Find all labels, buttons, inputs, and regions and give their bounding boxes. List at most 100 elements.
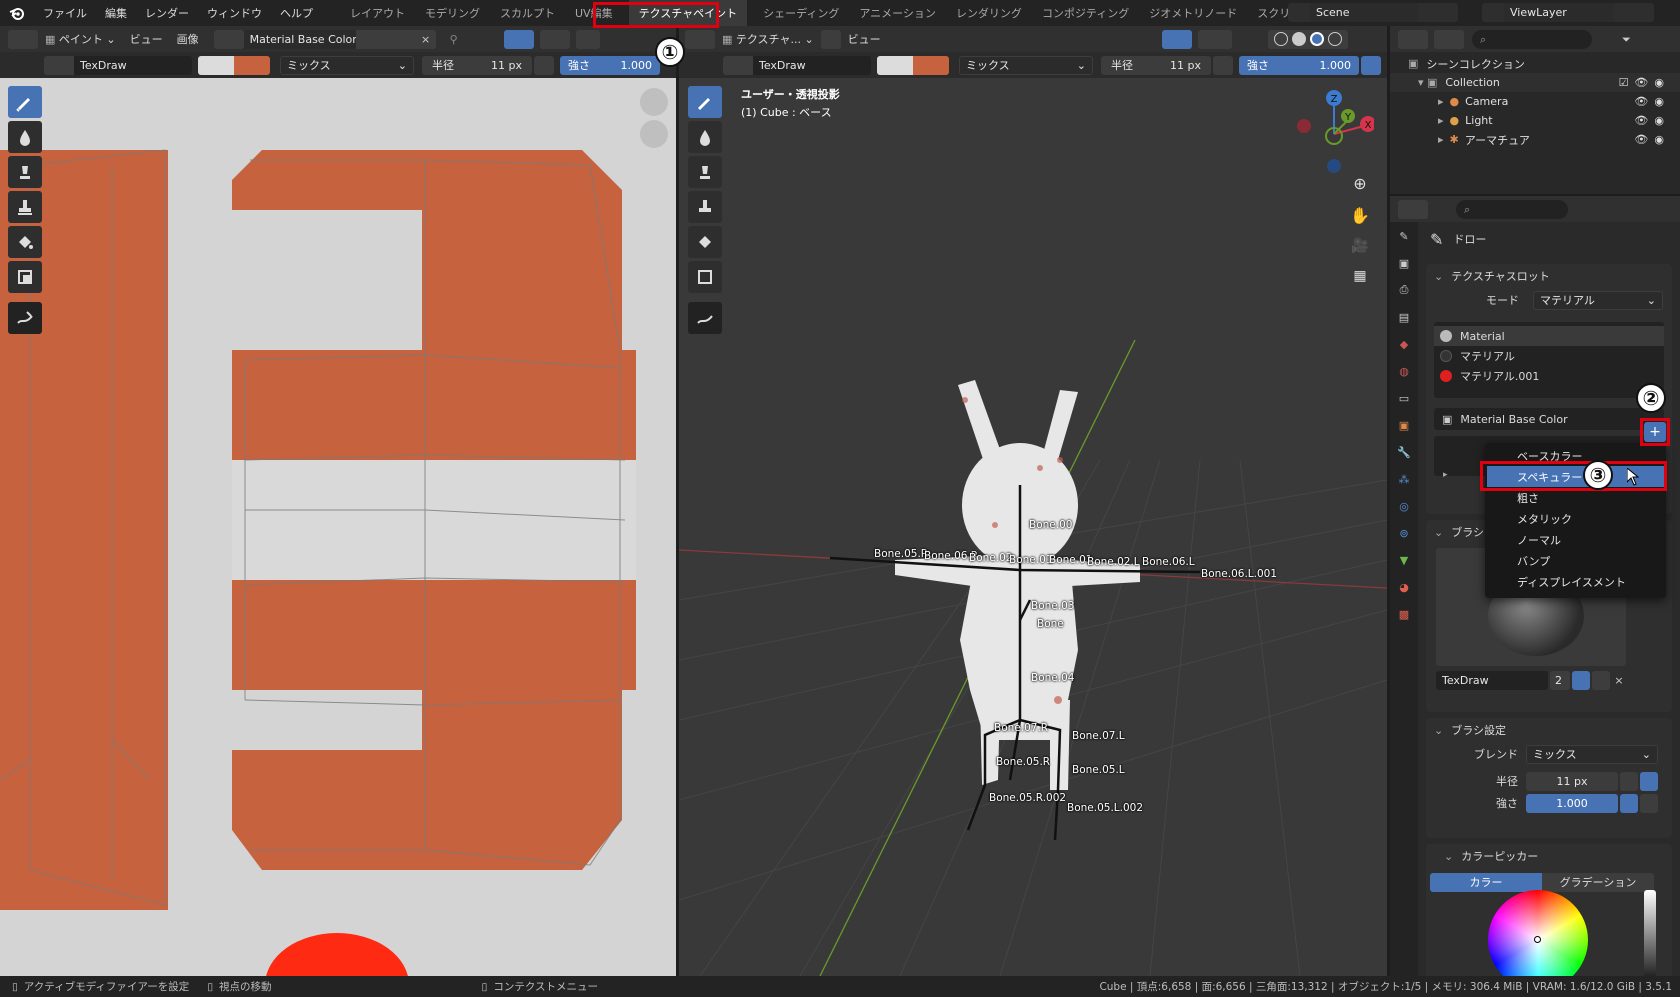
texture-tab-icon[interactable]: ▩ [1394, 604, 1414, 624]
material-slot-item[interactable]: マテリアル.001 [1434, 366, 1664, 386]
open-image-icon[interactable] [395, 29, 416, 49]
view-layer-icon[interactable] [1482, 3, 1504, 22]
symmetry-icon[interactable] [503, 29, 534, 49]
mode-dropdown[interactable]: マテリアル ⌄ [1533, 290, 1663, 310]
outliner-row-armature[interactable]: ▸ ✱ アーマチュア 👁◉ [1390, 130, 1680, 149]
menu-render[interactable]: レンダー [136, 0, 198, 26]
radius-pressure-toggle-icon[interactable] [1620, 771, 1638, 791]
slot-expand-arrow-icon[interactable]: ▸ [1443, 470, 1448, 480]
scene-field[interactable]: Scene [1310, 3, 1418, 22]
delete-view-layer-icon[interactable] [1634, 3, 1654, 22]
zoom-icon[interactable] [640, 88, 668, 116]
brush-name-field[interactable]: TexDraw [74, 55, 192, 75]
editor-type-icon[interactable] [8, 29, 38, 49]
new-scene-icon[interactable] [1418, 3, 1438, 22]
strength-pressure-toggle-icon[interactable] [1620, 793, 1638, 813]
viewport-blend-dropdown[interactable]: ミックス ⌄ [959, 55, 1093, 75]
viewport-clone-tool-icon[interactable] [688, 191, 722, 223]
pan-hand-icon[interactable] [640, 120, 668, 148]
viewport-soften-tool-icon[interactable] [688, 121, 722, 153]
viewport-mask-tool-icon[interactable] [688, 261, 722, 293]
image-canvas[interactable] [0, 78, 676, 976]
clone-stamp-tool-icon[interactable] [8, 191, 42, 223]
brush-settings-header[interactable]: ⌄ ブラシ設定 [1426, 718, 1672, 742]
brush-datablock-name[interactable]: TexDraw [1436, 670, 1548, 690]
outliner-row-light[interactable]: ▸ ● Light 👁◉ [1390, 111, 1680, 130]
tab-sculpt[interactable]: スカルプト [490, 0, 565, 26]
overlay-icon[interactable] [539, 29, 570, 49]
xray-icon[interactable] [1242, 30, 1262, 49]
menu-help[interactable]: ヘルプ [271, 0, 322, 26]
tab-rendering[interactable]: レンダリング [946, 0, 1032, 26]
strength-unified-toggle-icon[interactable] [1640, 793, 1658, 813]
radius-unified-toggle-icon[interactable] [1640, 771, 1658, 791]
paint-mode-dropdown[interactable]: ▦ ペイント ⌄ [38, 31, 123, 47]
zoom-view-icon[interactable]: ⊕ [1347, 174, 1373, 200]
viewport-primary-color-swatch[interactable] [913, 55, 949, 75]
3d-viewport[interactable]: ユーザー・透視投影 (1) Cube : ベース Bone.00 Bone.05… [679, 78, 1387, 976]
viewport-editor-type-icon[interactable] [685, 29, 715, 49]
secondary-color-swatch[interactable] [198, 55, 234, 75]
pan-view-hand-icon[interactable]: ✋ [1347, 206, 1373, 232]
menu-file[interactable]: ファイル [34, 0, 96, 26]
image-name-field[interactable]: Material Base Color [243, 29, 356, 49]
scene-icon[interactable] [1288, 3, 1310, 22]
material-tab-icon[interactable]: ◕ [1394, 577, 1414, 597]
camera-view-icon[interactable]: 🎥 [1347, 238, 1373, 264]
tab-layout[interactable]: レイアウト [340, 0, 415, 26]
annotate-tool-icon[interactable] [8, 302, 42, 334]
smear-tool-icon[interactable] [8, 156, 42, 188]
collection-tab-icon[interactable]: ▭ [1394, 388, 1414, 408]
scene-collection-row[interactable]: ▣ シーンコレクション [1390, 54, 1680, 73]
viewport-fill-tool-icon[interactable] [688, 226, 722, 258]
viewport-brush-name-field[interactable]: TexDraw [753, 55, 871, 75]
uv-display-icon[interactable] [575, 29, 600, 49]
radius-field[interactable]: 半径 11 px [422, 55, 532, 75]
scene-tab-icon[interactable]: ◆ [1394, 334, 1414, 354]
properties-editor-type-icon[interactable] [1398, 199, 1428, 219]
fake-user-shield-icon[interactable] [355, 29, 376, 49]
menu-image[interactable]: 画像 [170, 31, 206, 47]
menu-view[interactable]: ビュー [123, 31, 170, 47]
tab-shading[interactable]: シェーディング [753, 0, 849, 26]
object-tab-icon[interactable]: ▣ [1394, 415, 1414, 435]
menu-window[interactable]: ウィンドウ [198, 0, 271, 26]
color-wheel[interactable] [1488, 890, 1588, 976]
menu-item-displacement[interactable]: ディスプレイスメント [1485, 571, 1666, 592]
texture-slot-item[interactable]: Material Base Color [1460, 413, 1567, 426]
viewport-strength-field[interactable]: 強さ 1.000 [1239, 55, 1359, 75]
display-mode-icon[interactable] [1434, 29, 1464, 49]
new-view-layer-icon[interactable] [1614, 3, 1634, 22]
new-image-icon[interactable] [375, 29, 396, 49]
viewport-secondary-color-swatch[interactable] [877, 55, 913, 75]
material-shading-icon[interactable] [1309, 32, 1324, 46]
modifier-tab-icon[interactable]: 🔧 [1394, 442, 1414, 462]
radius-pressure-icon[interactable] [534, 55, 554, 75]
output-tab-icon[interactable]: ⎙ [1394, 280, 1414, 300]
paint-mask-icon[interactable] [1128, 30, 1158, 49]
wireframe-shading-icon[interactable] [1273, 32, 1288, 46]
tab-geometry-nodes[interactable]: ジオメトリノード [1139, 0, 1247, 26]
viewport-menu-view[interactable]: ビュー [841, 31, 888, 47]
value-slider[interactable] [1644, 890, 1656, 976]
tool-tab-icon[interactable]: ✎ [1394, 226, 1414, 246]
properties-search-input[interactable]: ⌕ [1456, 199, 1568, 219]
viewport-symmetry-icon[interactable] [1161, 29, 1192, 49]
viewport-radius-field[interactable]: 半径 11 px [1101, 55, 1211, 75]
image-browse-icon[interactable] [213, 29, 244, 49]
viewport-smear-tool-icon[interactable] [688, 156, 722, 188]
strength-field[interactable]: 強さ 1.000 [560, 55, 660, 75]
draw-brush-tool-icon[interactable] [8, 86, 42, 118]
brush-radius-field[interactable]: 11 px [1526, 771, 1618, 791]
viewport-annotate-tool-icon[interactable] [688, 302, 722, 334]
soften-tool-icon[interactable] [8, 121, 42, 153]
grid-view-icon[interactable]: ▦ [1347, 268, 1373, 294]
menu-edit[interactable]: 編集 [96, 0, 136, 26]
outliner-row-camera[interactable]: ▸ ● Camera 👁◉ [1390, 92, 1680, 111]
fill-bucket-tool-icon[interactable] [8, 226, 42, 258]
viewport-mode-dropdown[interactable]: ▦ テクスチャ... ⌄ [715, 31, 821, 47]
constraints-tab-icon[interactable]: ⊚ [1394, 523, 1414, 543]
viewport-overlay-icon[interactable] [1197, 29, 1232, 49]
material-slot-item[interactable]: Material [1434, 326, 1664, 346]
mask-tool-icon[interactable] [8, 261, 42, 293]
